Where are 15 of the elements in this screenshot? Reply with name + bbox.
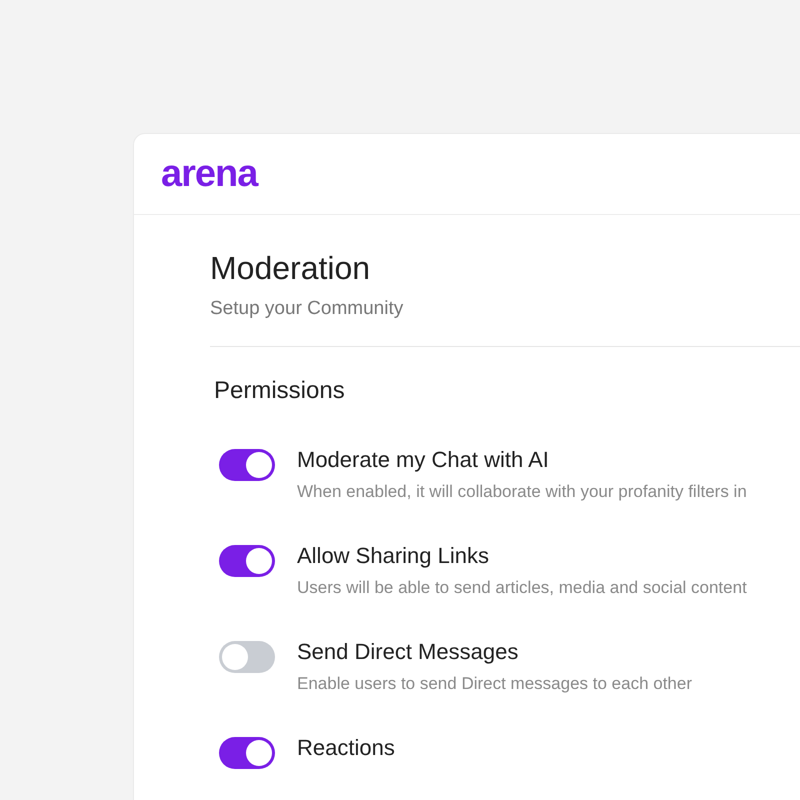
page-subtitle: Setup your Community (210, 297, 404, 322)
section-title: Permissions (214, 376, 346, 406)
page-title: Moderation (210, 249, 372, 288)
toggle-switch[interactable] (219, 448, 275, 481)
logo: arena (161, 155, 258, 193)
toggle-switch[interactable] (219, 544, 275, 577)
setting-title: Moderate my Chat with AI (297, 446, 550, 474)
toggle-switch[interactable] (219, 640, 275, 673)
setting-title: Reactions (297, 734, 395, 761)
toggle-switch[interactable] (219, 736, 275, 769)
setting-title: Allow Sharing Links (297, 542, 490, 570)
setting-description: Enable users to send Direct messages to each other (297, 673, 692, 696)
setting-description: When enabled, it will collaborate with your profanity filters in (297, 481, 747, 504)
setting-description: Users will be able to send articles, media and social content (297, 577, 747, 600)
setting-title: Send Direct Messages (297, 638, 520, 666)
